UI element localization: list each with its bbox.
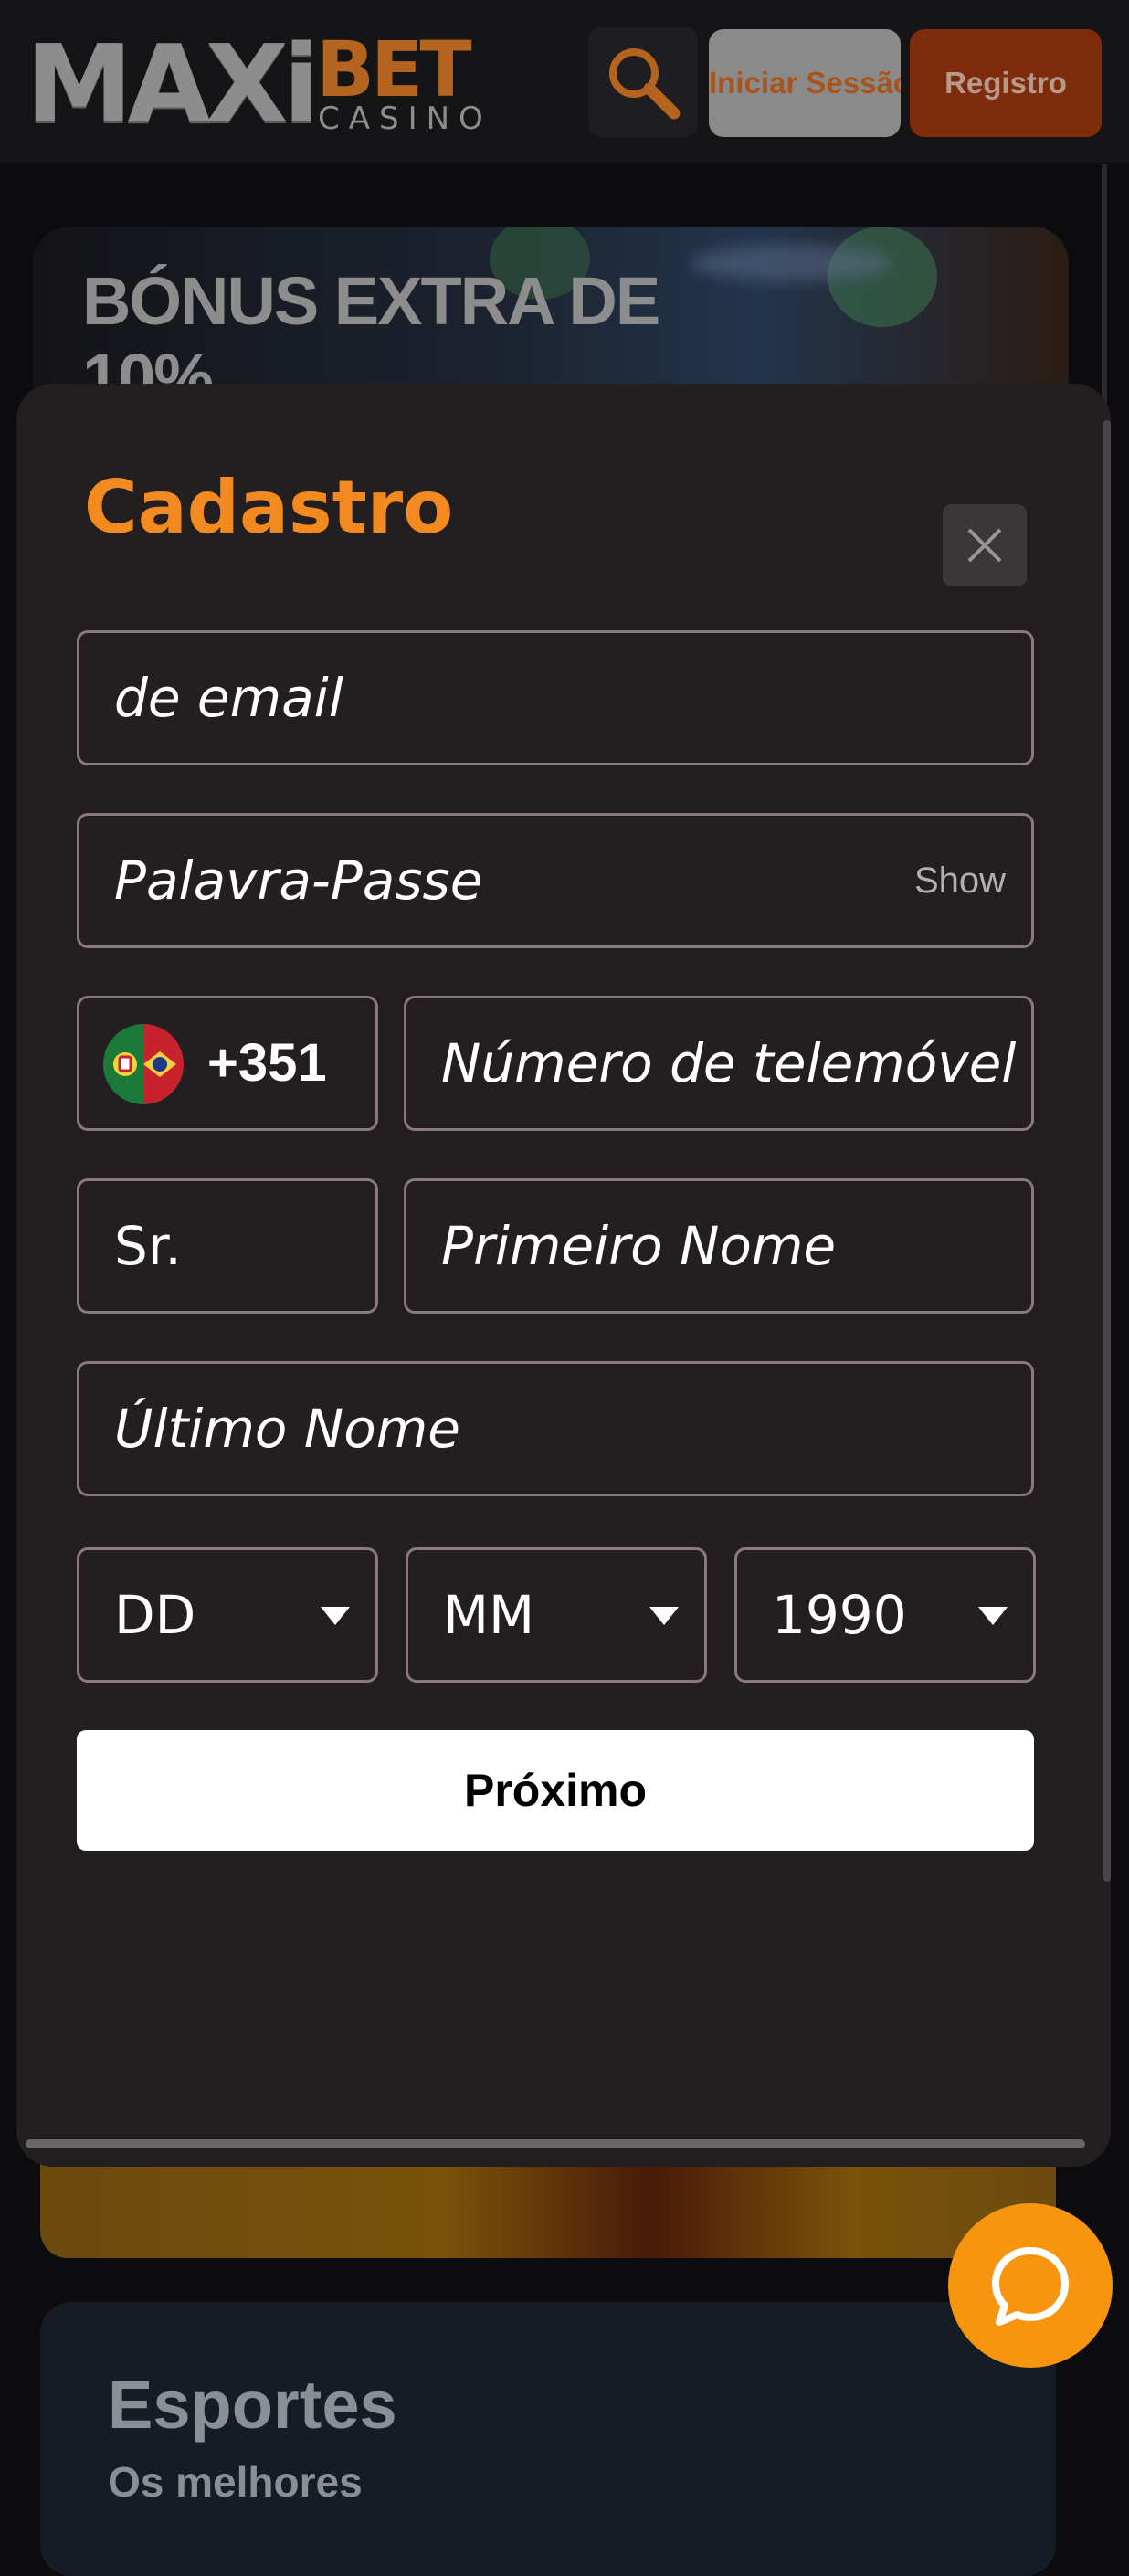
- show-password-toggle[interactable]: Show: [914, 816, 1006, 945]
- modal-horizontal-scrollbar[interactable]: [26, 2139, 1085, 2148]
- modal-title: Cadastro: [84, 465, 454, 550]
- search-button[interactable]: [588, 27, 698, 137]
- email-placeholder: de email: [114, 667, 343, 729]
- chevron-down-icon: [321, 1607, 350, 1625]
- sports-card[interactable]: Esportes Os melhores: [40, 2302, 1056, 2576]
- phone-placeholder: Número de telemóvel: [441, 1032, 1017, 1094]
- last-name-field[interactable]: Último Nome: [77, 1361, 1034, 1496]
- sports-subtitle: Os melhores: [108, 2458, 363, 2506]
- password-placeholder: Palavra-Passe: [114, 850, 483, 912]
- first-name-placeholder: Primeiro Nome: [441, 1215, 837, 1277]
- phone-code: +351: [207, 1033, 327, 1093]
- salutation-value: Sr.: [114, 1215, 182, 1277]
- day-value: DD: [114, 1584, 196, 1646]
- month-select[interactable]: MM: [406, 1547, 707, 1683]
- logo-casino-text: CASINO: [318, 100, 492, 137]
- chat-button[interactable]: [948, 2203, 1113, 2368]
- email-field[interactable]: de email: [77, 630, 1034, 765]
- chevron-down-icon: [649, 1607, 679, 1625]
- country-code-select[interactable]: +351: [77, 996, 378, 1131]
- month-value: MM: [443, 1584, 535, 1646]
- next-button[interactable]: Próximo: [77, 1730, 1034, 1851]
- close-button[interactable]: [943, 504, 1027, 586]
- modal-scrollbar[interactable]: [1103, 420, 1111, 1882]
- logo-maxi-text: MAXi: [26, 21, 320, 147]
- sports-title: Esportes: [108, 2367, 397, 2443]
- year-value: 1990: [772, 1584, 907, 1646]
- registration-modal: Cadastro de email Palavra-Passe Show +35…: [16, 384, 1111, 2167]
- phone-number-field[interactable]: Número de telemóvel: [404, 996, 1034, 1131]
- password-field[interactable]: Palavra-Passe Show: [77, 813, 1034, 948]
- register-button[interactable]: Registro: [910, 29, 1102, 137]
- header: MAXi BET CASINO Iniciar Sessão Registro: [0, 0, 1129, 163]
- portugal-brazil-flag-icon: [103, 1024, 184, 1104]
- chevron-down-icon: [978, 1607, 1008, 1625]
- close-icon: [967, 528, 1002, 563]
- chat-icon: [992, 2247, 1069, 2326]
- salutation-select[interactable]: Sr.: [77, 1178, 378, 1314]
- year-select[interactable]: 1990: [734, 1547, 1036, 1683]
- first-name-field[interactable]: Primeiro Nome: [404, 1178, 1034, 1314]
- last-name-placeholder: Último Nome: [114, 1398, 460, 1460]
- search-icon: [609, 48, 681, 120]
- login-button[interactable]: Iniciar Sessão: [709, 29, 901, 137]
- day-select[interactable]: DD: [77, 1547, 378, 1683]
